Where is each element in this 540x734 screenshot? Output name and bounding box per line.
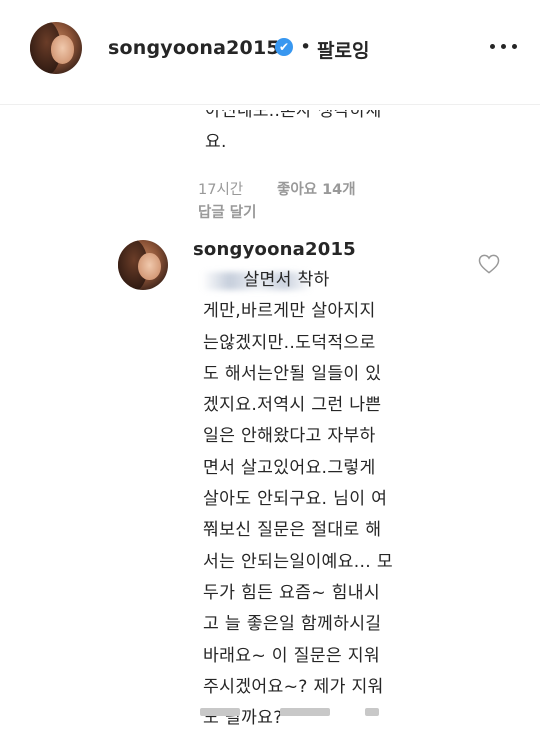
header-username[interactable]: songyoona2015 xyxy=(108,37,280,59)
reply-avatar[interactable] xyxy=(118,240,168,290)
verified-badge-icon: ✔ xyxy=(275,38,293,56)
profile-avatar[interactable] xyxy=(30,22,82,74)
heart-icon[interactable] xyxy=(478,254,500,274)
separator-dot: • xyxy=(300,36,312,58)
comment-likes-count[interactable]: 좋아요 14개 xyxy=(277,178,356,199)
next-comment-meta-cut xyxy=(200,706,400,716)
more-options-icon[interactable] xyxy=(488,42,520,52)
following-button[interactable]: 팔로잉 xyxy=(317,36,369,63)
post-header: songyoona2015 ✔ • 팔로잉 xyxy=(0,0,540,105)
comment-timestamp[interactable]: 17시간 xyxy=(198,178,243,199)
reply-username[interactable]: songyoona2015 xyxy=(193,239,356,260)
reply-comment-text: 살면서 착하 게만,바르게만 살아지지 는않겠지만..도덕적으로 도 해서는안될… xyxy=(203,270,393,729)
reply-button[interactable]: 답글 달기 xyxy=(198,201,256,222)
previous-comment-text: 요. xyxy=(205,132,227,152)
